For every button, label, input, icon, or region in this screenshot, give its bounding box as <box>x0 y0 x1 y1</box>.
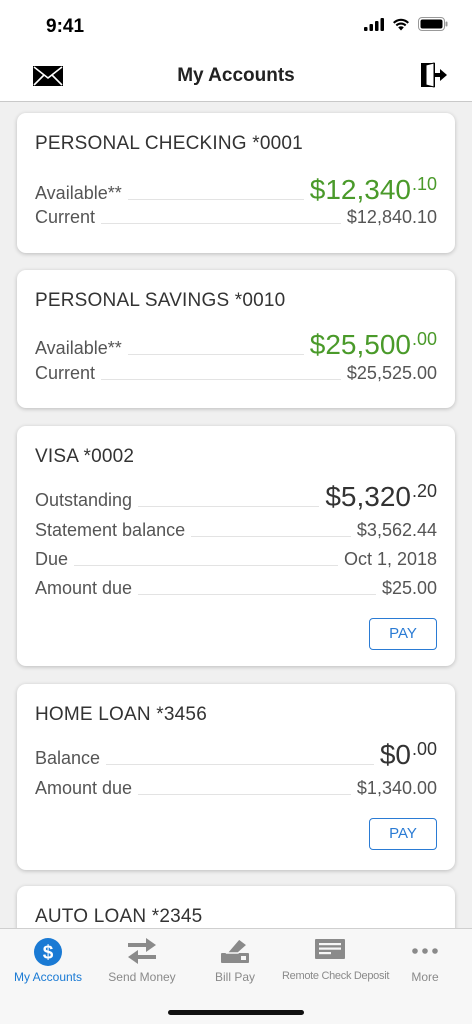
row-label: Available** <box>35 338 122 358</box>
tab-label: More <box>411 970 439 984</box>
tab-remote-check-deposit[interactable]: Remote Check Deposit <box>282 929 390 993</box>
tab-label: Send Money <box>108 970 176 984</box>
wifi-icon <box>393 18 409 30</box>
tab-more[interactable]: More <box>378 929 472 993</box>
page-title: My Accounts <box>177 65 295 86</box>
row-divider <box>138 506 320 507</box>
tab-send-money[interactable]: Send Money <box>96 929 188 993</box>
transfer-arrows-icon <box>128 938 156 964</box>
account-card-auto-loan[interactable]: AUTO LOAN *2345 <box>17 886 455 928</box>
tab-label: My Accounts <box>13 970 83 984</box>
row-label: Outstanding <box>35 490 133 510</box>
row-label: Current <box>35 363 96 383</box>
svg-text:$: $ <box>43 943 54 964</box>
row-divider <box>106 764 374 765</box>
row-divider <box>138 794 351 795</box>
row-label: Available** <box>35 183 122 203</box>
account-name: PERSONAL SAVINGS *0010 <box>35 290 286 311</box>
pay-button[interactable]: PAY <box>369 818 437 850</box>
due-date: Oct 1, 2018 <box>343 549 437 569</box>
loan-balance: $0.00 <box>379 739 437 770</box>
current-balance: $25,525.00 <box>346 363 437 383</box>
current-balance: $12,840.10 <box>346 207 437 227</box>
outstanding-balance: $5,320.20 <box>325 481 437 512</box>
tab-label: Bill Pay <box>214 970 255 984</box>
account-name: VISA *0002 <box>35 446 135 467</box>
battery-icon <box>418 17 448 31</box>
account-name: AUTO LOAN *2345 <box>35 906 203 927</box>
row-label: Due <box>35 549 69 569</box>
tab-label: Remote Check Deposit <box>282 970 390 982</box>
row-label: Current <box>35 207 96 227</box>
account-card-visa[interactable]: VISA *0002 Outstanding $5,320.20 Stateme… <box>17 426 455 666</box>
status-time: 9:41 <box>46 16 85 37</box>
account-card-home-loan[interactable]: HOME LOAN *3456 Balance $0.00 Amount due… <box>17 684 455 870</box>
row-divider <box>127 199 304 200</box>
account-card-personal-savings[interactable]: PERSONAL SAVINGS *0010 Available** $25,5… <box>17 270 455 408</box>
status-bar: 9:41 <box>0 0 472 50</box>
cellular-signal-icon <box>364 17 384 31</box>
amount-due: $25.00 <box>381 578 437 598</box>
row-label: Amount due <box>35 778 133 798</box>
home-indicator <box>168 1010 304 1015</box>
tab-my-accounts[interactable]: $ My Accounts <box>0 929 96 993</box>
accounts-list[interactable]: PERSONAL CHECKING *0001 Available** $12,… <box>0 102 472 928</box>
logout-icon[interactable] <box>418 60 448 90</box>
account-row-current: Current $12,840.10 <box>35 207 437 228</box>
dollar-circle-icon: $ <box>34 938 62 966</box>
row-label: Statement balance <box>35 520 186 540</box>
statement-balance: $3,562.44 <box>356 520 437 540</box>
account-row-available: Available** $12,340.10 <box>35 175 437 204</box>
account-name: PERSONAL CHECKING *0001 <box>35 133 303 154</box>
row-divider <box>191 536 351 537</box>
account-card-personal-checking[interactable]: PERSONAL CHECKING *0001 Available** $12,… <box>17 113 455 253</box>
amount-due: $1,340.00 <box>356 778 437 798</box>
account-row-current: Current $25,525.00 <box>35 363 437 384</box>
row-divider <box>101 223 341 224</box>
row-divider <box>127 354 304 355</box>
status-icons <box>364 17 448 31</box>
account-row-amount-due: Amount due $25.00 <box>35 578 437 599</box>
row-divider <box>74 565 338 566</box>
available-balance: $25,500.00 <box>309 329 437 360</box>
account-row-balance: Balance $0.00 <box>35 740 437 769</box>
account-row-available: Available** $25,500.00 <box>35 330 437 359</box>
more-dots-icon <box>412 948 438 954</box>
nav-bar: My Accounts <box>0 50 472 102</box>
row-label: Balance <box>35 748 101 768</box>
pay-button[interactable]: PAY <box>369 618 437 650</box>
row-label: Amount due <box>35 578 133 598</box>
row-divider <box>101 379 341 380</box>
tab-bill-pay[interactable]: Bill Pay <box>188 929 282 993</box>
check-deposit-icon <box>315 939 345 959</box>
account-row-amount-due: Amount due $1,340.00 <box>35 778 437 799</box>
available-balance: $12,340.10 <box>309 174 437 205</box>
account-row-due: Due Oct 1, 2018 <box>35 549 437 570</box>
account-row-outstanding: Outstanding $5,320.20 <box>35 482 437 511</box>
account-row-statement-balance: Statement balance $3,562.44 <box>35 520 437 541</box>
account-name: HOME LOAN *3456 <box>35 704 207 725</box>
bill-pay-icon <box>221 938 249 963</box>
row-divider <box>138 594 376 595</box>
